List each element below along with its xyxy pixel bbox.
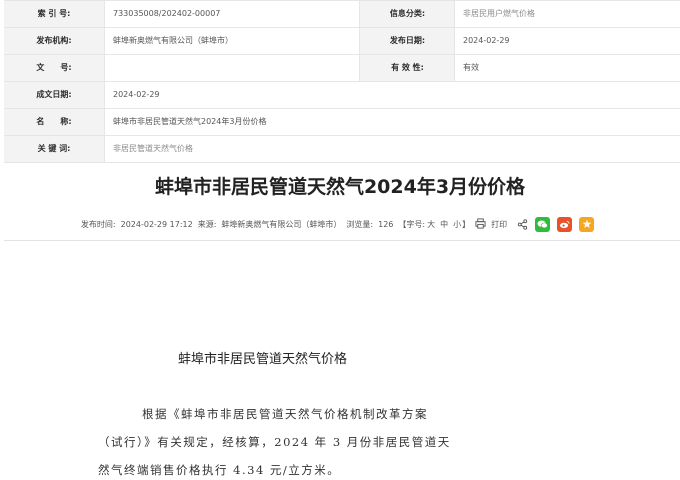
- index-value: 733035008/202402-00007: [104, 1, 364, 27]
- keywords-value: 非居民管道天然气价格: [104, 136, 680, 162]
- meta-row-keywords: 关 键 词: 非居民管道天然气价格: [4, 136, 680, 163]
- name-value: 蚌埠市非居民管道天然气2024年3月份价格: [104, 109, 680, 135]
- validity-value: 有效: [454, 55, 680, 81]
- body-paragraph-line: （试行）》有关规定，经核算，2024 年 3 月份非居民管道天: [98, 435, 451, 449]
- publish-time-value: 2024-02-29 17:12: [120, 219, 193, 229]
- divider: [4, 240, 680, 241]
- meta-row-docno: 文 号: 有 效 性: 有效: [4, 55, 680, 82]
- body-subtitle: 蚌埠市非居民管道天然气价格: [178, 352, 348, 367]
- printer-icon: [475, 217, 486, 231]
- keywords-label: 关 键 词:: [4, 136, 104, 162]
- meta-row-publisher: 发布机构: 蚌埠新奥燃气有限公司（蚌埠市） 发布日期: 2024-02-29: [4, 28, 680, 55]
- publish-time-label: 发布时间:: [80, 219, 116, 229]
- index-label: 索 引 号:: [4, 1, 104, 27]
- body-paragraph-line: 然气终端销售价格执行 4.34 元/立方米。: [98, 463, 341, 477]
- weibo-icon[interactable]: [557, 216, 573, 232]
- article-title: 蚌埠市非居民管道天然气2024年3月份价格: [154, 176, 526, 198]
- meta-row-created: 成文日期: 2024-02-29: [4, 82, 680, 109]
- created-label: 成文日期:: [4, 82, 104, 108]
- font-size-open: 【字号:: [398, 219, 426, 229]
- wechat-icon[interactable]: [535, 216, 551, 232]
- source-label: 来源:: [197, 219, 217, 229]
- validity-label: 有 效 性:: [359, 55, 455, 81]
- category-label: 信息分类:: [359, 1, 455, 27]
- publisher-value: 蚌埠新奥燃气有限公司（蚌埠市）: [104, 28, 364, 54]
- font-size-large-button[interactable]: 大: [427, 219, 435, 230]
- pubdate-value: 2024-02-29: [454, 28, 680, 54]
- print-button[interactable]: 打印: [475, 217, 512, 231]
- publisher-label: 发布机构:: [4, 28, 104, 54]
- font-size-close: 】: [462, 219, 471, 229]
- body-paragraph-line: 根据《蚌埠市非居民管道天然气价格机制改革方案: [142, 407, 428, 421]
- created-value: 2024-02-29: [104, 82, 680, 108]
- pubdate-label: 发布日期:: [359, 28, 455, 54]
- font-size-small-button[interactable]: 小: [453, 219, 461, 230]
- metadata-table: 索 引 号: 733035008/202402-00007 信息分类: 非居民用…: [4, 0, 680, 163]
- font-size-medium-button[interactable]: 中: [440, 219, 448, 230]
- docno-value: [104, 55, 364, 81]
- name-label: 名 称:: [4, 109, 104, 135]
- views-label: 浏览量:: [346, 219, 374, 229]
- source-value: 蚌埠新奥燃气有限公司（蚌埠市）: [221, 219, 342, 229]
- meta-row-name: 名 称: 蚌埠市非居民管道天然气2024年3月份价格: [4, 109, 680, 136]
- share-icon[interactable]: [517, 218, 528, 230]
- print-label: 打印: [491, 219, 508, 229]
- docno-label: 文 号:: [4, 55, 104, 81]
- meta-row-index: 索 引 号: 733035008/202402-00007 信息分类: 非居民用…: [4, 1, 680, 28]
- article-info-bar: 发布时间: 2024-02-29 17:12 来源: 蚌埠新奥燃气有限公司（蚌埠…: [0, 216, 680, 232]
- favorite-icon[interactable]: [579, 216, 595, 232]
- category-value: 非居民用户燃气价格: [454, 1, 680, 27]
- views-value: 126: [378, 219, 394, 229]
